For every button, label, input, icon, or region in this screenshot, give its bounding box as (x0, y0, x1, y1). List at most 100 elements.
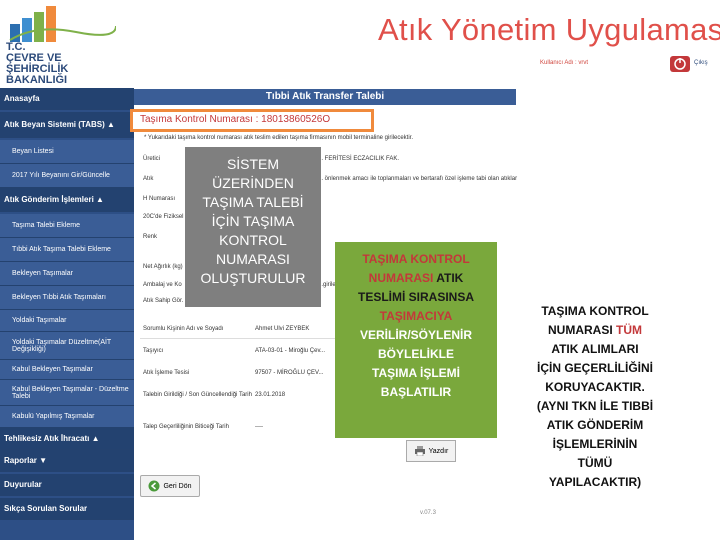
form-label: Ambalaj ve Ko (143, 282, 182, 288)
sidebar-item-label: Raporlar ▼ (4, 456, 48, 465)
callout-line-part: NUMARASI (368, 271, 434, 285)
sidebar-item-atik-gonderim[interactable]: Atık Gönderim İşlemleri ▲ (0, 188, 134, 212)
form-label: Renk (143, 234, 158, 240)
app-title: Atık Yönetim Uygulaması (378, 12, 720, 47)
form-value: 97507 - MİROĞLU ÇEV... (255, 370, 324, 376)
sidebar-item-yoldaki[interactable]: Yoldaki Taşımalar (0, 310, 134, 332)
form-divider (140, 338, 340, 339)
callout-tkn-validity: TAŞIMA KONTROL NUMARASI TÜM ATIK ALIMLAR… (508, 302, 682, 520)
sidebar-item-label: Yoldaki Taşımalar (12, 317, 67, 324)
user-name-label: Kullanıcı Adı : vrvt (540, 60, 589, 66)
callout-line-part: ATIK (433, 271, 464, 285)
callout-line: İÇİN TAŞIMA (211, 213, 295, 229)
form-label: Net Ağırlık (kg) (143, 264, 183, 270)
callout-line: TAŞIMACIYA (379, 309, 453, 323)
sidebar-item-label: Bekleyen Taşımalar (12, 270, 73, 277)
sidebar-item-tasima-talebi[interactable]: Taşıma Talebi Ekleme (0, 214, 134, 238)
callout-line: BÖYLELİKLE (377, 347, 454, 361)
tkn-number: Taşıma Kontrol Numarası : 18013860526O (140, 114, 331, 125)
callout-line: TESLİMİ SIRASINSA (357, 290, 474, 304)
form-label: Taşıyıcı (143, 348, 164, 354)
form-label: Talebin Girildiği / Son Güncellendiği Ta… (143, 392, 252, 398)
sidebar-item-kabul-bekleyen[interactable]: Kabul Bekleyen Taşımalar (0, 360, 134, 380)
form-value: 23.01.2018 (255, 392, 286, 398)
print-button[interactable]: Yazdır (406, 440, 456, 462)
sidebar-item-label: Atık Gönderim İşlemleri ▲ (4, 195, 104, 204)
sidebar-item-tibbi-talep[interactable]: Tıbbi Atık Taşıma Talebi Ekleme (0, 238, 134, 262)
panel-title: Tıbbi Atık Transfer Talebi (134, 89, 516, 105)
sidebar-item-label: Kabul Bekleyen Taşımalar - Düzeltme Tale… (12, 385, 129, 400)
sidebar-item-label: 2017 Yılı Beyanını Gir/Güncelle (12, 172, 110, 179)
callout-line: TÜMÜ (577, 456, 613, 470)
form-label: Sorumlu Kişinin Adı ve Soyadı (143, 326, 224, 332)
exit-link[interactable]: Çıkış (694, 60, 708, 66)
ministry-name: T.C. ÇEVRE VE ŞEHİRCİLİK BAKANLIĞI (6, 41, 69, 86)
callout-line-part: NUMARASI (548, 323, 613, 337)
callout-line: BAŞLATILIR (380, 385, 452, 399)
form-label: 20C'de Fiziksel (143, 214, 184, 220)
tkn-note: * Yukarıdaki taşıma kontrol numarası atı… (144, 135, 413, 141)
app-header: T.C. ÇEVRE VE ŞEHİRCİLİK BAKANLIĞI Atık … (0, 0, 720, 88)
callout-line: VERİLİR/SÖYLENİR (359, 328, 472, 342)
callout-line: KONTROL (219, 232, 287, 248)
form-label: Üretici (143, 156, 161, 162)
sidebar-item-beyan-list[interactable]: Beyan Listesi (0, 140, 134, 164)
callout-line: TAŞIMA İŞLEMİ (372, 366, 460, 380)
form-label: Atık Sahip Gör. (143, 298, 184, 304)
callout-line: KORUYACAKTIR. (545, 380, 645, 394)
sidebar-item-label: Tıbbi Atık Taşıma Talebi Ekleme (12, 246, 111, 253)
sidebar-item-label: Taşıma Talebi Ekleme (12, 222, 80, 229)
sidebar-item-label: Yoldaki Taşımalar Düzeltme(AİT Değişikli… (12, 338, 112, 353)
callout-line: ATIK GÖNDERİM (546, 418, 644, 432)
sidebar-item-ihracat[interactable]: Tehlikesiz Atık İhracatı ▲ (0, 428, 134, 450)
form-label: Atık (143, 176, 154, 182)
form-label: Atık İşleme Tesisi (143, 370, 190, 376)
sidebar-item-tabs[interactable]: Atık Beyan Sistemi (TABS) ▲ (0, 112, 134, 138)
sidebar-item-duyurular[interactable]: Duyurular (0, 474, 134, 496)
callout-line: NUMARASI (216, 251, 290, 267)
sidebar-item-label: Kabul Bekleyen Taşımalar (12, 366, 93, 373)
callout-line: (AYNI TKN İLE TIBBİ (536, 399, 654, 413)
form-value: ... önlenmek amacı ile toplanmaları ve b… (318, 176, 518, 182)
callout-line-part: TÜM (612, 323, 642, 337)
callout-line: TAŞIMA TALEBİ (202, 194, 304, 210)
form-value: ---- (255, 424, 263, 430)
back-arrow-icon (148, 480, 160, 492)
sidebar-item-kabul-duzeltme[interactable]: Kabul Bekleyen Taşımalar - Düzeltme Tale… (0, 380, 134, 406)
callout-line: ATIK ALIMLARI (551, 342, 639, 356)
sidebar-item-label: Kabulü Yapılmış Taşımalar (12, 413, 95, 420)
sidebar-item-bekleyen[interactable]: Bekleyen Taşımalar (0, 262, 134, 286)
sidebar-item-sss[interactable]: Sıkça Sorulan Sorular (0, 498, 134, 520)
sidebar-item-label: Atık Beyan Sistemi (TABS) ▲ (4, 120, 115, 129)
callout-line: İŞLEMLERİNİN (552, 437, 638, 451)
sidebar-item-label: Beyan Listesi (12, 148, 54, 155)
sidebar-item-yoldaki-duzeltme[interactable]: Yoldaki Taşımalar Düzeltme(AİT Değişikli… (0, 332, 134, 360)
form-value: Ahmet Ulvi ZEYBEK (255, 326, 310, 332)
sidebar-item-raporlar[interactable]: Raporlar ▼ (0, 450, 134, 472)
callout-line: İÇİN GEÇERLİLİĞİNİ (536, 361, 653, 375)
printer-icon (414, 446, 425, 456)
sidebar-item-home[interactable]: Anasayfa (0, 88, 134, 110)
back-button-label: Geri Dön (163, 482, 192, 490)
form-value: ATA-03-01 - Miroğlu Çev... (255, 348, 326, 354)
exit-icon[interactable] (669, 55, 691, 73)
version-label: v.07.3 (420, 510, 436, 516)
callout-line: OLUŞTURULUR (200, 270, 306, 286)
callout-line: NUMARASI TÜM (508, 321, 682, 340)
callout-line: TAŞIMA KONTROL (362, 252, 470, 266)
sidebar-item-label: Bekleyen Tıbbi Atık Taşımaları (12, 294, 106, 301)
sidebar-item-kabulu-yapilmis[interactable]: Kabulü Yapılmış Taşımalar (0, 406, 134, 428)
callout-line: YAPILACAKTIR) (548, 475, 642, 489)
form-label: H Numarası (143, 196, 176, 202)
callout-line: TAŞIMA KONTROL (541, 304, 649, 318)
callout-line: NUMARASI ATIK (335, 269, 497, 288)
sidebar-item-label: Tehlikesiz Atık İhracatı ▲ (4, 434, 100, 443)
back-button[interactable]: Geri Dön (140, 475, 200, 497)
callout-line: SİSTEM (226, 156, 280, 172)
sidebar-item-beyan-update[interactable]: 2017 Yılı Beyanını Gir/Güncelle (0, 164, 134, 188)
callout-tkn-given: TAŞIMA KONTROL NUMARASI ATIK TESLİMİ SIR… (335, 242, 497, 438)
sidebar-item-label: Duyurular (4, 480, 42, 489)
sidebar-item-bekleyen-tibbi[interactable]: Bekleyen Tıbbi Atık Taşımaları (0, 286, 134, 310)
form-label: Talep Geçerliliğinin Biticeği Tarih (143, 424, 229, 430)
sidebar-item-label: Sıkça Sorulan Sorular (4, 504, 88, 513)
